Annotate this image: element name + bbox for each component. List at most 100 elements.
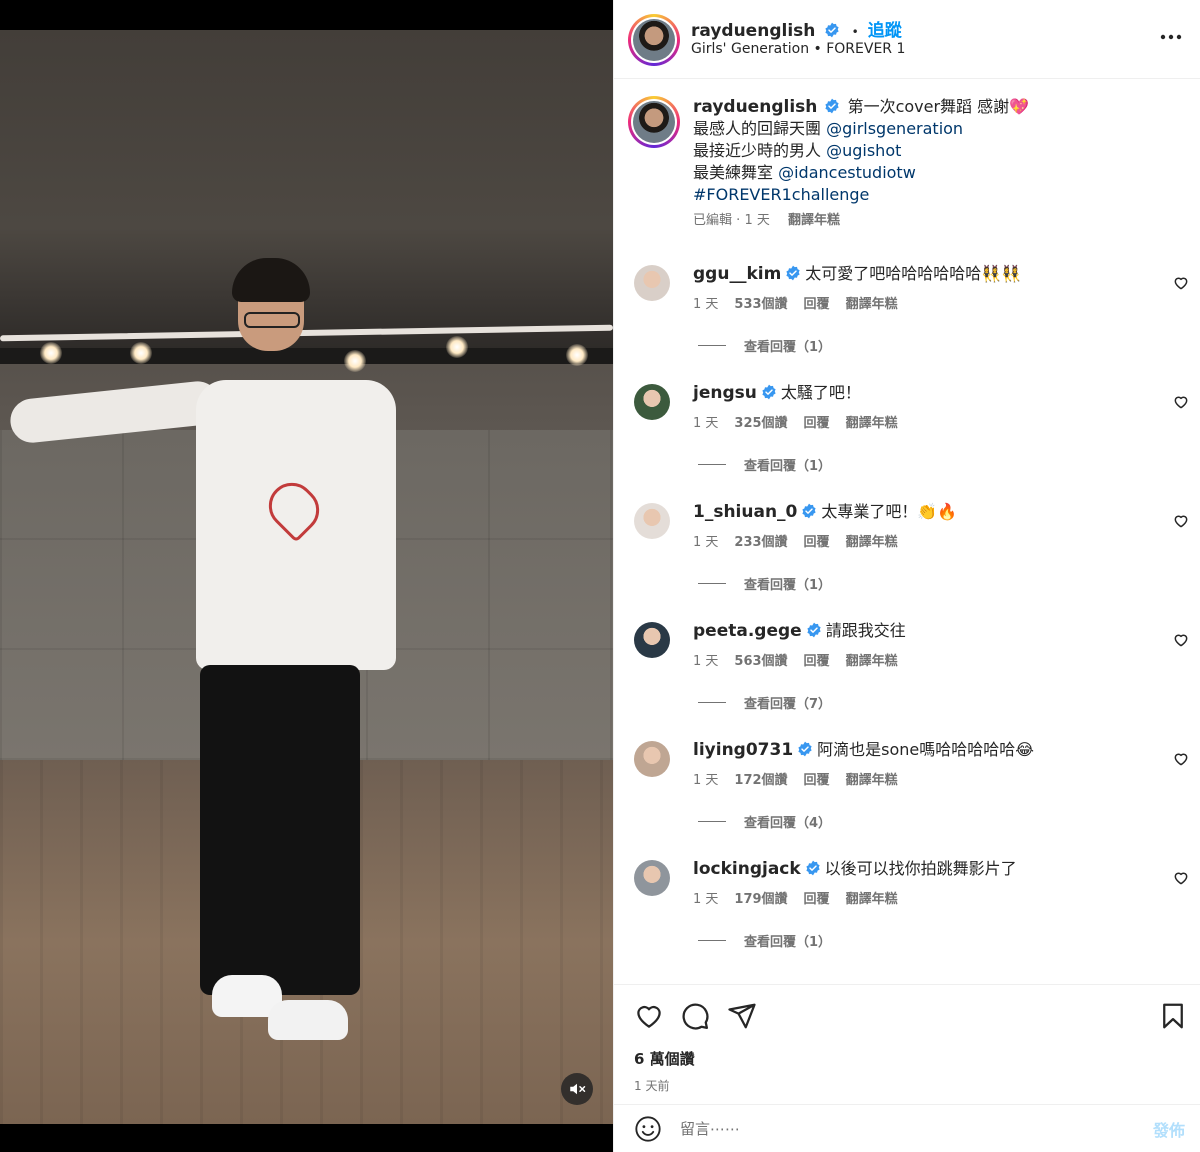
comment-text-row: ggu__kim 太可愛了吧哈哈哈哈哈哈👯‍♀️👯‍♀️ (693, 263, 1163, 285)
comment-text-row: 1_shiuan_0 太專業了吧！👏🔥 (693, 501, 1163, 523)
view-replies-button[interactable]: 查看回覆（4） (698, 812, 831, 831)
mention-link[interactable]: @ugishot (826, 141, 901, 160)
commenter-username[interactable]: 1_shiuan_0 (693, 502, 797, 522)
emoji-icon[interactable] (634, 1115, 662, 1143)
commenter-avatar[interactable] (634, 860, 670, 896)
view-replies-button[interactable]: 查看回覆（7） (698, 693, 831, 712)
commenter-username[interactable]: jengsu (693, 383, 757, 403)
reply-button[interactable]: 回覆 (804, 773, 830, 788)
heart-icon[interactable] (1173, 751, 1189, 767)
comment-item: liying0731 阿滴也是sone嗎哈哈哈哈哈😂 1 天 172個讚 回覆 翻譯年糕查… (614, 740, 1200, 860)
video-frame[interactable] (0, 30, 613, 1124)
verified-badge-icon (802, 503, 816, 519)
view-replies-button[interactable]: 查看回覆（1） (698, 336, 831, 355)
comment-text-row: lockingjack 以後可以找你拍跳舞影片了 (693, 858, 1163, 880)
video-light (40, 342, 62, 364)
comment-time: 1 天 (693, 892, 719, 907)
mention-link[interactable]: @girlsgeneration (826, 119, 963, 138)
view-replies-button[interactable]: 查看回覆（1） (698, 455, 831, 474)
caption-line-text: 最感人的回歸天團 (693, 119, 827, 138)
translate-button[interactable]: 翻譯年糕 (846, 892, 898, 907)
comment-item: jengsu 太騷了吧！ 1 天 325個讚 回覆 翻譯年糕 查看回覆（1） (614, 383, 1200, 503)
translate-button[interactable]: 翻譯年糕 (846, 773, 898, 788)
view-replies-label: 查看回覆（4） (744, 816, 832, 831)
reply-button[interactable]: 回覆 (804, 892, 830, 907)
commenter-avatar[interactable] (634, 265, 670, 301)
author-username[interactable]: rayduenglish (691, 21, 815, 41)
heart-icon[interactable] (1173, 275, 1189, 291)
comment-text: 以後可以找你拍跳舞影片了 (824, 859, 1017, 878)
view-replies-label: 查看回覆（7） (744, 697, 832, 712)
heart-icon[interactable] (1173, 513, 1189, 529)
author-avatar[interactable] (628, 14, 680, 66)
translate-button[interactable]: 翻譯年糕 (846, 297, 898, 312)
heart-icon[interactable] (634, 1001, 664, 1031)
comment-likes[interactable]: 533個讚 (734, 297, 787, 312)
hashtag-link[interactable]: #FOREVER1challenge (693, 185, 869, 204)
caption-meta: 已編輯 · 1 天 翻譯年糕 (693, 210, 1173, 232)
share-icon[interactable] (727, 1001, 757, 1031)
translate-button[interactable]: 翻譯年糕 (846, 416, 898, 431)
audio-link[interactable]: Girls' Generation • FOREVER 1 (691, 41, 905, 57)
comment-text: 太專業了吧！👏🔥 (821, 502, 958, 521)
mute-icon (570, 1083, 586, 1095)
translate-button[interactable]: 翻譯年糕 (788, 213, 840, 228)
header-dot: • (851, 25, 859, 39)
view-replies-button[interactable]: 查看回覆（1） (698, 931, 831, 950)
verified-badge-icon (825, 98, 840, 114)
comment-likes[interactable]: 563個讚 (734, 654, 787, 669)
follow-button[interactable]: 追蹤 (868, 21, 902, 41)
like-count[interactable]: 6 萬個讚 (634, 1048, 695, 1069)
verified-badge-icon (786, 265, 800, 281)
caption-line-text: 最美練舞室 (693, 163, 779, 182)
video-player[interactable] (0, 0, 613, 1152)
post-panel: rayduenglish • 追蹤 Girls' Generation • FO… (613, 0, 1200, 1152)
caption-username[interactable]: rayduenglish (693, 97, 817, 117)
comment-meta: 1 天 325個讚 回覆 翻譯年糕 (693, 412, 914, 431)
comment-likes[interactable]: 179個讚 (734, 892, 787, 907)
commenter-username[interactable]: peeta.gege (693, 621, 802, 641)
post-comment-button[interactable]: 發佈 (1153, 1117, 1185, 1141)
translate-button[interactable]: 翻譯年糕 (846, 654, 898, 669)
caption-line: 最美練舞室 @idancestudiotw (693, 162, 1173, 184)
heart-icon[interactable] (1173, 870, 1189, 886)
video-light (344, 350, 366, 372)
comment-icon[interactable] (680, 1001, 710, 1031)
commenter-username[interactable]: lockingjack (693, 859, 801, 879)
mention-link[interactable]: @idancestudiotw (778, 163, 916, 182)
comment-text: 請跟我交往 (825, 621, 906, 640)
comment-input[interactable] (680, 1115, 1120, 1143)
caption-line-text: 最接近少時的男人 (693, 141, 827, 160)
comment-item: lockingjack 以後可以找你拍跳舞影片了 1 天 179個讚 回覆 翻譯年糕查看回… (614, 858, 1200, 979)
commenter-avatar[interactable] (634, 622, 670, 658)
video-ceiling (0, 30, 613, 360)
commenter-username[interactable]: ggu__kim (693, 264, 781, 284)
commenter-avatar[interactable] (634, 503, 670, 539)
reply-button[interactable]: 回覆 (804, 654, 830, 669)
commenter-username[interactable]: liying0731 (693, 740, 793, 760)
caption-line: rayduenglish 第一次cover舞蹈 感謝💖 (693, 96, 1173, 118)
bookmark-icon[interactable] (1158, 1001, 1188, 1031)
post-actions: 6 萬個讚 1 天前 (614, 984, 1200, 1112)
reply-button[interactable]: 回覆 (804, 416, 830, 431)
comment-likes[interactable]: 172個讚 (734, 773, 787, 788)
caption-text: rayduenglish 第一次cover舞蹈 感謝💖 最感人的回歸天團 @gi… (693, 96, 1173, 232)
dancer-glasses (244, 312, 300, 328)
video-light (446, 336, 468, 358)
heart-icon[interactable] (1173, 632, 1189, 648)
comment-item: ggu__kim 太可愛了吧哈哈哈哈哈哈👯‍♀️👯‍♀️ 1 天 533個讚 回覆 翻譯年… (614, 263, 1200, 384)
dancer-shoe (268, 1000, 348, 1040)
translate-button[interactable]: 翻譯年糕 (846, 535, 898, 550)
reply-button[interactable]: 回覆 (804, 535, 830, 550)
commenter-avatar[interactable] (634, 384, 670, 420)
mute-button[interactable] (561, 1073, 593, 1105)
commenter-avatar[interactable] (634, 741, 670, 777)
more-options-button[interactable] (1158, 26, 1184, 48)
reply-button[interactable]: 回覆 (804, 297, 830, 312)
verified-badge-icon (762, 384, 776, 400)
caption-author-avatar[interactable] (628, 96, 680, 148)
view-replies-button[interactable]: 查看回覆（1） (698, 574, 831, 593)
comment-likes[interactable]: 325個讚 (734, 416, 787, 431)
comment-likes[interactable]: 233個讚 (734, 535, 787, 550)
heart-icon[interactable] (1173, 394, 1189, 410)
